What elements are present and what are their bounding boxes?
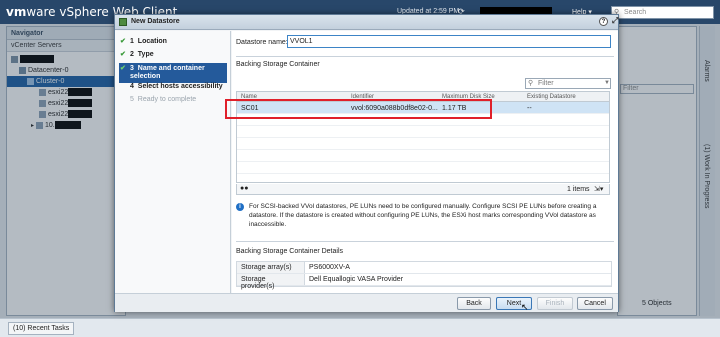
item-count: 1 items: [567, 186, 590, 193]
cancel-button[interactable]: Cancel: [577, 297, 613, 310]
detail-row: Storage array(s) PS6000XV-A: [237, 262, 611, 274]
datastore-name-label: Datastore name:: [236, 39, 288, 46]
empty-row: [237, 126, 609, 138]
recent-tasks-button[interactable]: (10) Recent Tasks: [8, 322, 75, 335]
mouse-cursor-icon: ↖: [521, 302, 529, 312]
highlight-annotation: [225, 99, 492, 119]
info-message: For SCSI-backed VVol datastores, PE LUNs…: [249, 203, 597, 228]
bottom-bar: (10) Recent Tasks: [0, 318, 720, 337]
detail-value: Dell Equallogic VASA Provider: [309, 276, 404, 283]
divider: [236, 241, 614, 242]
step-select-hosts[interactable]: 4 Select hosts accessibility: [119, 83, 227, 91]
step-ready-to-complete: 5 Ready to complete: [130, 96, 197, 103]
step-name-and-container[interactable]: 3 Name and container selection: [119, 63, 227, 83]
dialog-title: New Datastore: [131, 18, 180, 25]
empty-row: [237, 150, 609, 162]
dialog-footer: Back Next Finish Cancel ↖: [115, 293, 618, 312]
binoculars-icon[interactable]: ●●: [240, 185, 248, 192]
step-type[interactable]: 2 Type: [119, 51, 227, 59]
details-table: Storage array(s) PS6000XV-A Storage prov…: [236, 261, 612, 290]
empty-row: [237, 138, 609, 150]
divider: [236, 56, 614, 57]
popout-icon[interactable]: ⤢: [612, 16, 618, 26]
datastore-name-input[interactable]: VVOL1: [287, 35, 611, 48]
finish-button[interactable]: Finish: [537, 297, 573, 310]
detail-row: Storage provider(s) Dell Equallogic VASA…: [237, 274, 611, 290]
grid-footer: ●● 1 items ⇲▾: [236, 184, 610, 195]
new-datastore-dialog: New Datastore ? ⤢ 1 Location 2 Type 3 Na…: [114, 14, 619, 312]
details-heading: Backing Storage Container Details: [236, 248, 344, 255]
wizard-steps: 1 Location 2 Type 3 Name and container s…: [115, 31, 231, 293]
back-button[interactable]: Back: [457, 297, 491, 310]
detail-key: Storage provider(s): [237, 274, 305, 290]
global-search-input[interactable]: ⚲ Search: [611, 6, 714, 19]
dropdown-arrow-icon[interactable]: ▼: [604, 79, 610, 88]
empty-row: [237, 162, 609, 174]
info-icon: i: [236, 203, 244, 211]
container-filter-input[interactable]: ⚲ Filter ▼: [525, 78, 611, 89]
wizard-icon: [119, 18, 127, 26]
detail-value: PS6000XV-A: [309, 264, 350, 271]
wizard-content: Datastore name: VVOL1 Backing Storage Co…: [232, 31, 618, 293]
step-location[interactable]: 1 Location: [119, 38, 227, 46]
backing-container-heading: Backing Storage Container: [236, 61, 320, 68]
search-icon: ⚲: [528, 80, 534, 87]
column-header-existing[interactable]: Existing Datastore: [527, 94, 576, 100]
detail-key: Storage array(s): [237, 262, 305, 273]
help-icon[interactable]: ?: [599, 17, 608, 26]
dialog-title-bar: New Datastore ? ⤢: [115, 15, 618, 30]
cell-existing: --: [527, 105, 532, 112]
export-icon[interactable]: ⇲▾: [594, 185, 603, 193]
